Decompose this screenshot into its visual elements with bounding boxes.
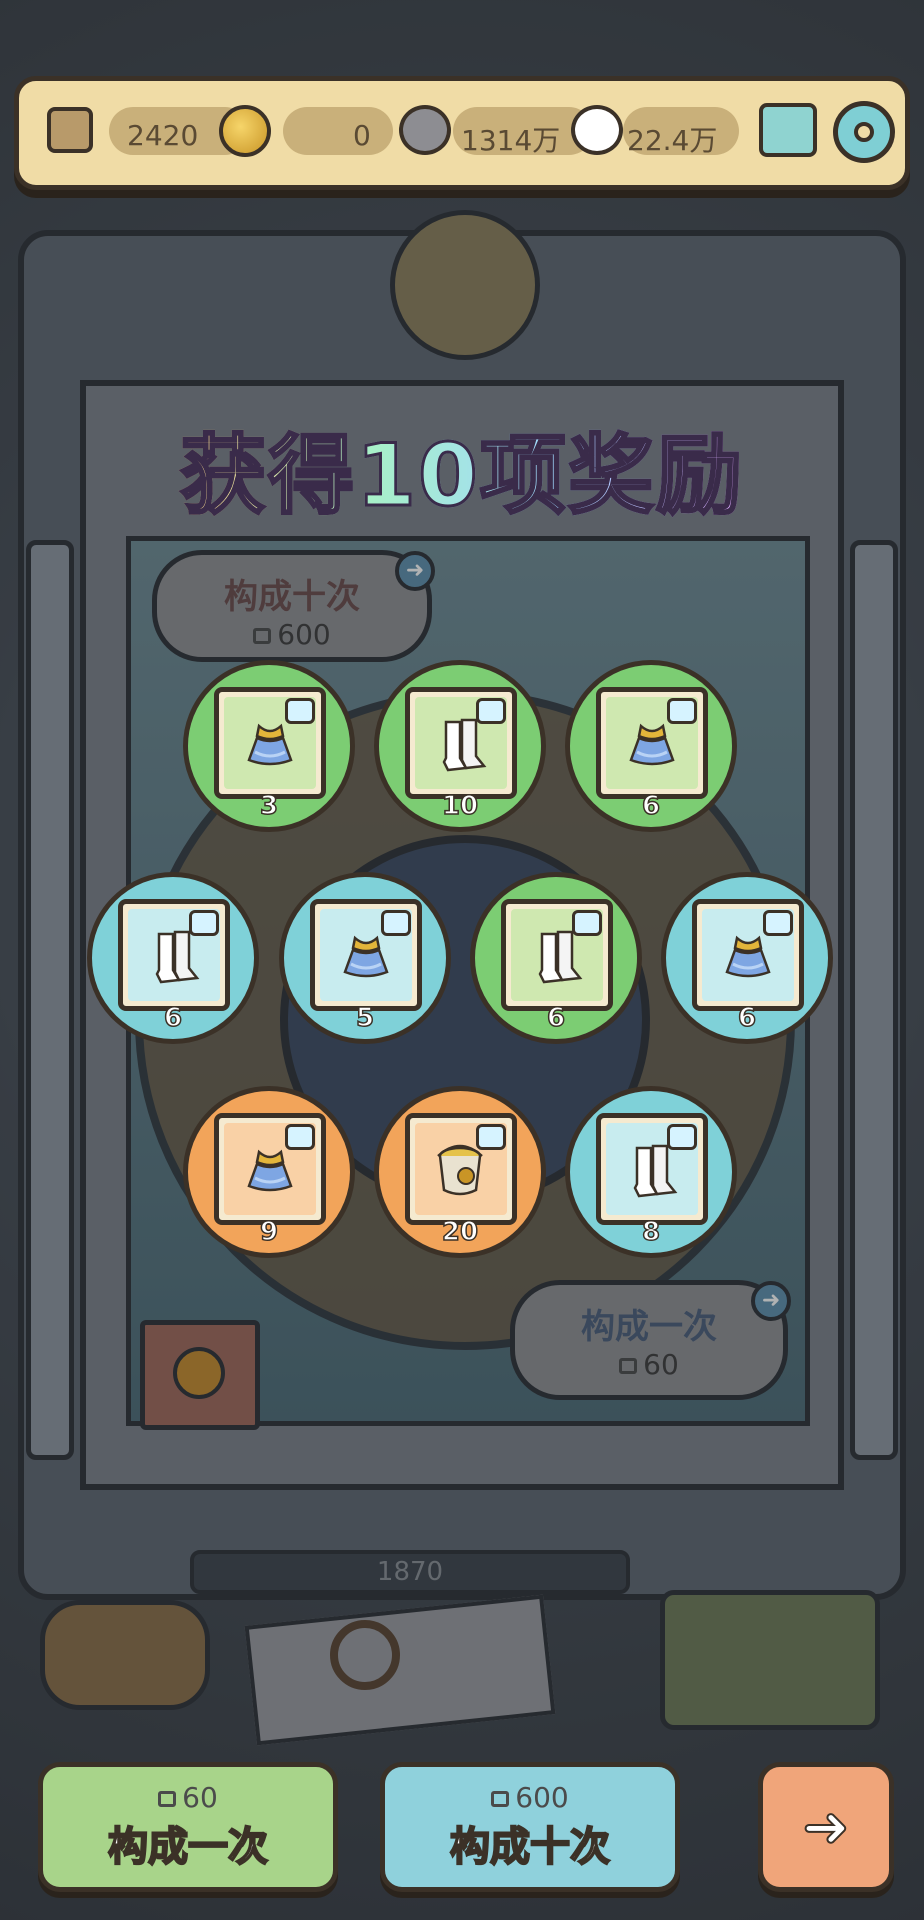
reward-card bbox=[405, 687, 517, 799]
reward-card bbox=[596, 1113, 708, 1225]
compose-ten-label: 构成十次 bbox=[449, 1823, 611, 1871]
sparkle-icon bbox=[189, 910, 219, 936]
reward-count: 10 bbox=[441, 790, 479, 822]
sparkle-icon bbox=[476, 698, 506, 724]
reward-item: 6 bbox=[87, 872, 259, 1044]
reward-card bbox=[405, 1113, 517, 1225]
reward-count: 3 bbox=[259, 790, 279, 822]
compose-ten-button[interactable]: 600 构成十次 bbox=[380, 1762, 680, 1892]
skirt-icon bbox=[245, 722, 295, 768]
reward-card bbox=[214, 1113, 326, 1225]
sparkle-icon bbox=[285, 698, 315, 724]
reward-count: 6 bbox=[163, 1002, 183, 1034]
arrow-right-icon: ➜ bbox=[802, 1794, 851, 1861]
white-bubble-count: 22.4万 bbox=[627, 124, 718, 157]
sparkle-icon bbox=[285, 1124, 315, 1150]
grey-bubble-count: 1314万 bbox=[461, 124, 561, 157]
skirt-icon bbox=[723, 934, 773, 980]
compose-ten-cost: 600 bbox=[515, 1781, 569, 1814]
reward-count: 6 bbox=[737, 1002, 757, 1034]
skirt-icon bbox=[341, 934, 391, 980]
reward-card bbox=[214, 687, 326, 799]
reward-card bbox=[692, 899, 804, 1011]
reward-item: 6 bbox=[470, 872, 642, 1044]
mail-icon[interactable] bbox=[759, 103, 817, 157]
sparkle-icon bbox=[572, 910, 602, 936]
reward-item: 6 bbox=[565, 660, 737, 832]
reward-item: 6 bbox=[661, 872, 833, 1044]
sparkle-icon bbox=[476, 1124, 506, 1150]
skirt-icon bbox=[245, 1148, 295, 1194]
skirt-icon bbox=[627, 722, 677, 768]
ticket-count: 2420 bbox=[127, 119, 199, 152]
ticket-icon bbox=[158, 1791, 177, 1807]
grey-bubble-icon bbox=[399, 105, 451, 155]
reward-title: 获得10项奖励 bbox=[0, 405, 924, 530]
reward-item: 3 bbox=[183, 660, 355, 832]
white-bubble-icon bbox=[571, 105, 623, 155]
ticket-icon bbox=[47, 107, 93, 153]
reward-item: 10 bbox=[374, 660, 546, 832]
compose-once-button[interactable]: 60 构成一次 bbox=[38, 1762, 338, 1892]
reward-count: 6 bbox=[546, 1002, 566, 1034]
reward-count: 8 bbox=[641, 1216, 661, 1248]
reward-card bbox=[310, 899, 422, 1011]
ticket-icon bbox=[491, 1791, 510, 1807]
reward-count: 5 bbox=[355, 1002, 375, 1034]
resource-bar: 2420 0 1314万 22.4万 bbox=[14, 76, 910, 190]
paint-bucket-icon bbox=[432, 1142, 488, 1198]
reward-count: 6 bbox=[641, 790, 661, 822]
reward-item: 9 bbox=[183, 1086, 355, 1258]
boots-icon bbox=[436, 718, 488, 774]
reward-count: 20 bbox=[441, 1216, 479, 1248]
coin-icon bbox=[219, 105, 271, 157]
compose-once-cost: 60 bbox=[182, 1781, 218, 1814]
reward-item: 5 bbox=[279, 872, 451, 1044]
compose-once-label: 构成一次 bbox=[107, 1823, 269, 1871]
sparkle-icon bbox=[381, 910, 411, 936]
reward-count: 9 bbox=[259, 1216, 279, 1248]
next-button[interactable]: ➜ bbox=[758, 1762, 894, 1892]
sparkle-icon bbox=[667, 1124, 697, 1150]
sparkle-icon bbox=[763, 910, 793, 936]
reward-card bbox=[118, 899, 230, 1011]
coin-count: 0 bbox=[353, 119, 371, 152]
boots-icon bbox=[627, 1144, 679, 1200]
boots-icon bbox=[149, 930, 201, 986]
gear-icon[interactable] bbox=[833, 101, 895, 163]
reward-item: 8 bbox=[565, 1086, 737, 1258]
sparkle-icon bbox=[667, 698, 697, 724]
reward-item: 20 bbox=[374, 1086, 546, 1258]
reward-card bbox=[596, 687, 708, 799]
boots-icon bbox=[532, 930, 584, 986]
reward-card bbox=[501, 899, 613, 1011]
